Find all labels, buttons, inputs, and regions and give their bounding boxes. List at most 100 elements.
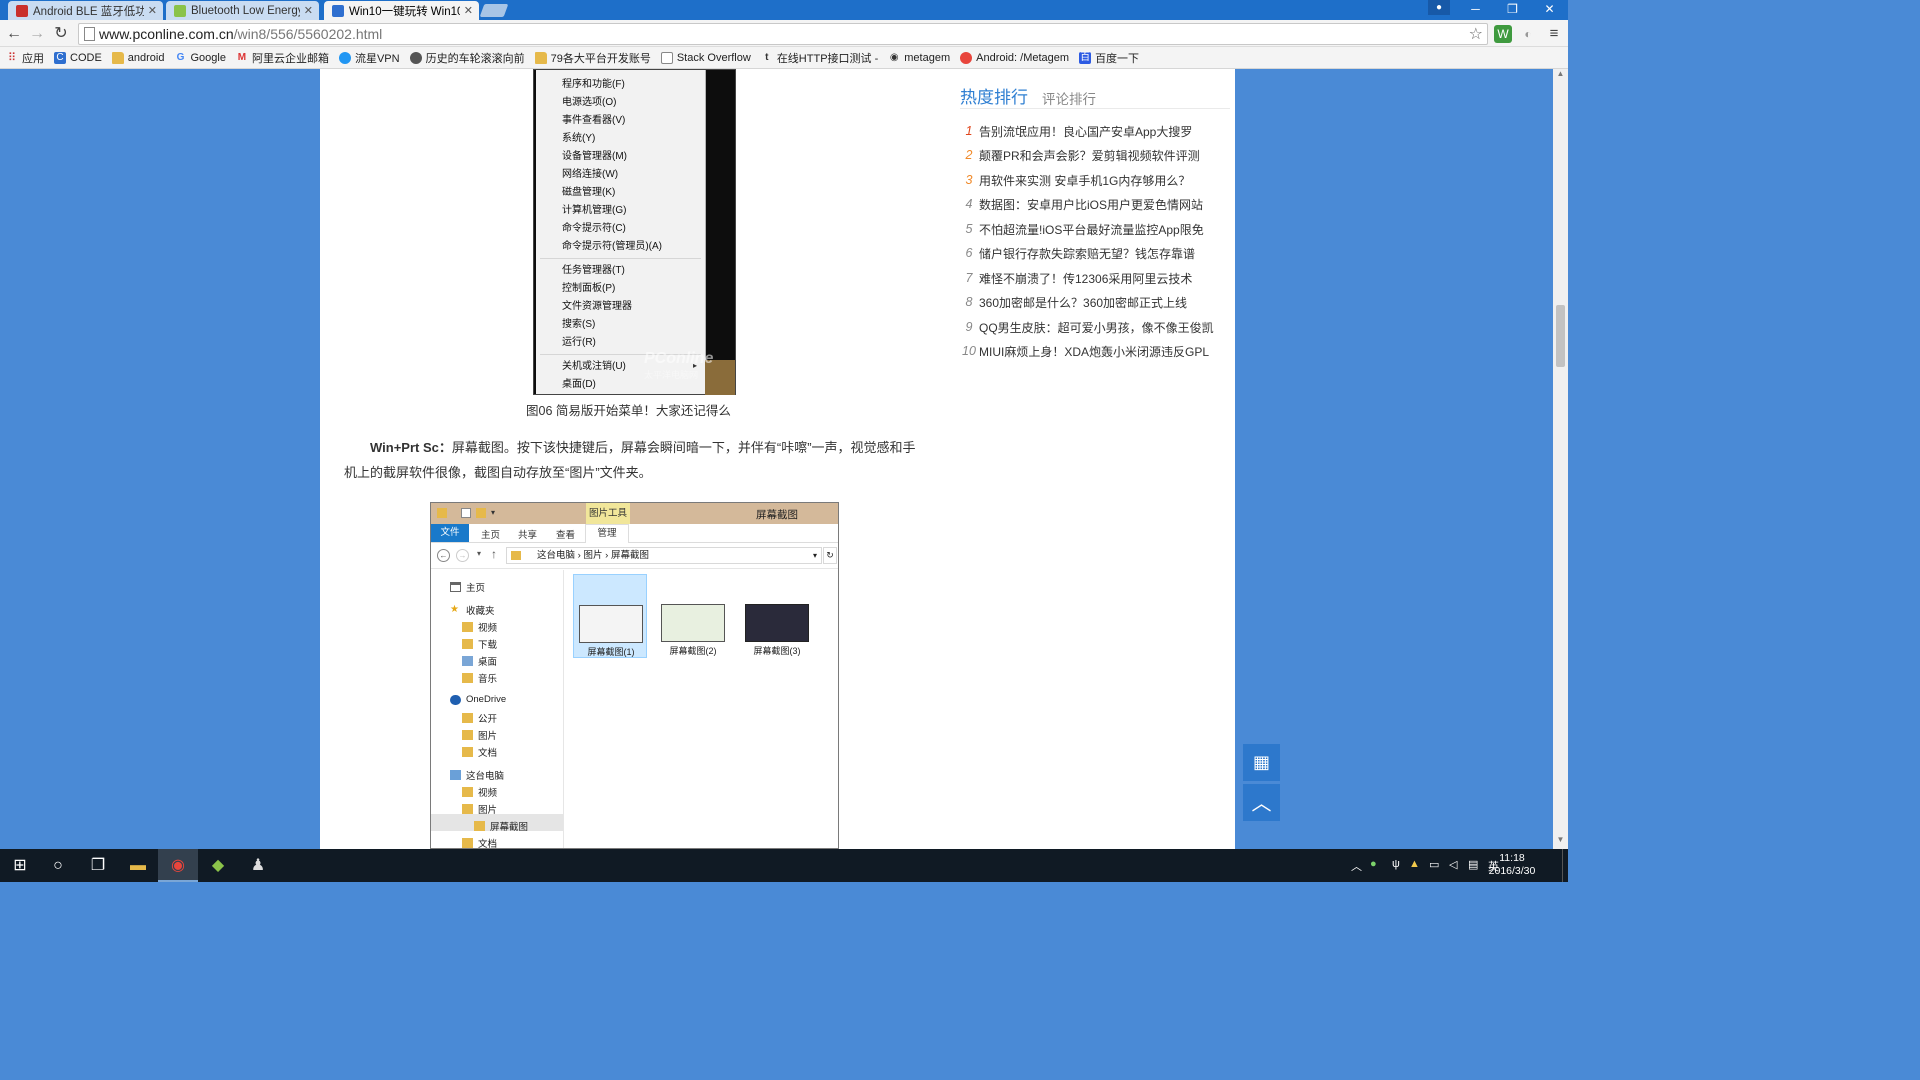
scroll-up-icon[interactable]: ▲ (1553, 69, 1568, 83)
bookmark-aliyun-mail[interactable]: M 阿里云企业邮箱 (236, 50, 329, 66)
file-explorer-button[interactable]: ▬ (118, 849, 158, 882)
cortana-button[interactable]: ○ (38, 849, 78, 882)
clock-time: 11:18 (1499, 852, 1525, 864)
bookmark-metagem[interactable]: ◉ metagem (888, 52, 950, 64)
back-icon[interactable]: ← (4, 24, 24, 44)
folder-icon (462, 747, 473, 757)
rank-item[interactable]: 3 用软件来实测 安卓手机1G内存够用么？ (960, 170, 1230, 190)
nav-item: 视频 (462, 620, 497, 634)
rank-item[interactable]: 6 储户银行存款失踪索赔无望？钱怎存靠谱 (960, 243, 1230, 263)
qq-icon[interactable]: ▲ (1409, 858, 1420, 870)
bookmark-platforms[interactable]: 79各大平台开发账号 (534, 50, 651, 66)
refresh-icon: ↻ (823, 547, 837, 564)
tab-comment-ranking[interactable]: 评论排行 (1042, 88, 1096, 108)
nav-item: 图片 (462, 802, 497, 816)
article-content: 程序和功能(F) 电源选项(O) 事件查看器(V) 系统(Y) 设备管理器(M)… (320, 69, 1235, 849)
clock[interactable]: 11:18 2016/3/30 (1482, 852, 1542, 878)
nav-item: 视频 (462, 785, 497, 799)
watermark-logo: PConline (644, 350, 714, 367)
nav-item: 文档 (462, 745, 497, 759)
explorer-window-title: 屏幕截图 (756, 509, 798, 521)
bookmark-http-test[interactable]: t 在线HTTP接口测试 - (761, 50, 878, 66)
file-thumbnail (745, 604, 809, 642)
tray-expand-icon[interactable]: ︿ (1351, 858, 1362, 874)
nav-item: 公开 (462, 711, 497, 725)
rank-item[interactable]: 9 QQ男生皮肤：超可爱小男孩，像不像王俊凯 (960, 317, 1230, 337)
browser-tab-2[interactable]: Bluetooth Low Energy | ✕ (166, 1, 319, 20)
rank-item[interactable]: 5 不怕超流量!iOS平台最好流量监控App限免 (960, 219, 1230, 239)
computer-icon (450, 770, 461, 780)
rank-item[interactable]: 8 360加密邮是什么？360加密邮正式上线 (960, 292, 1230, 312)
picture-tools-label: 图片工具 (586, 503, 630, 524)
extension-icon[interactable]: ◐ (1519, 25, 1537, 43)
close-icon[interactable]: ✕ (148, 4, 157, 17)
close-icon[interactable]: ✕ (304, 4, 313, 17)
bookmark-vpn[interactable]: 流星VPN (338, 50, 400, 66)
tab-hot-ranking[interactable]: 热度排行 (960, 83, 1028, 108)
bookmark-android-metagem[interactable]: Android: /Metagem (960, 51, 1069, 64)
bookmark-android[interactable]: android (111, 51, 164, 64)
scroll-down-icon[interactable]: ▼ (1553, 835, 1568, 849)
page-icon (660, 51, 673, 64)
nav-item-favorites: ★ 收藏夹 (450, 604, 495, 618)
page-viewport: 程序和功能(F) 电源选项(O) 事件查看器(V) 系统(Y) 设备管理器(M)… (0, 69, 1568, 849)
rank-item[interactable]: 7 难怪不崩溃了！传12306采用阿里云技术 (960, 268, 1230, 288)
new-folder-icon (476, 508, 486, 518)
rank-item[interactable]: 10 MIUI麻烦上身！XDA炮轰小米闭源违反GPL (960, 341, 1230, 361)
close-icon[interactable]: ✕ (464, 4, 473, 17)
back-icon: ← (437, 549, 450, 562)
scrollbar-thumb[interactable] (1556, 305, 1565, 367)
windows-logo-icon: ⊞ (13, 857, 27, 874)
clock-date: 2016/3/30 (1488, 865, 1536, 877)
minimize-icon[interactable]: ─ (1457, 0, 1494, 20)
bookmark-google[interactable]: G Google (174, 52, 226, 64)
nav-item: 桌面 (462, 654, 497, 668)
qr-code-button[interactable]: ▦ (1243, 744, 1280, 781)
volume-icon[interactable]: ◁ (1449, 858, 1457, 871)
browser-tab-1[interactable]: Android BLE 蓝牙低功耗 ✕ (8, 1, 163, 20)
rank-item[interactable]: 1 告别流氓应用！良心国产安卓App大搜罗 (960, 121, 1230, 141)
restore-icon[interactable]: ❐ (1494, 0, 1531, 20)
start-button[interactable]: ⊞ (0, 849, 40, 882)
android-favicon-icon (174, 4, 186, 17)
task-view-button[interactable]: ❐ (78, 849, 118, 882)
app-taskbar-button[interactable]: ♟ (238, 849, 278, 882)
show-desktop-button[interactable] (1562, 849, 1568, 882)
star-icon: ★ (450, 604, 459, 615)
reload-icon[interactable]: ↻ (51, 24, 71, 44)
url-text: www.pconline.com.cn/win8/556/5560202.htm… (99, 26, 383, 42)
chevron-down-icon: ▾ (812, 551, 817, 560)
csdn-favicon-icon (16, 4, 28, 17)
menu-icon[interactable]: ≡ (1545, 25, 1563, 43)
bookmark-apps[interactable]: ⠿ 应用 (6, 50, 44, 66)
close-window-icon[interactable]: ✕ (1531, 0, 1568, 20)
android-studio-button[interactable]: ◆ (198, 849, 238, 882)
taskbar: ⊞ ○ ❐ ▬ ◉ ◆ ♟ ︿ ● ψ ▲ ▭ ◁ ▤ 英 11:18 2016… (0, 849, 1568, 882)
notification-icon[interactable]: ▤ (1468, 858, 1478, 871)
extension-icon[interactable]: W (1494, 25, 1512, 43)
bookmark-star-icon[interactable]: ☆ (1469, 24, 1483, 44)
ranking-tabs: 热度排行 评论排行 (960, 83, 1230, 109)
wechat-icon[interactable]: ● (1370, 858, 1377, 870)
bookmark-history[interactable]: 历史的车轮滚滚向前 (409, 50, 525, 66)
tab-title: Win10一键玩转 Win10系 (349, 5, 460, 18)
page-scrollbar[interactable]: ▲ ▼ (1553, 69, 1568, 849)
forward-icon[interactable]: → (27, 24, 47, 44)
browser-tab-3[interactable]: Win10一键玩转 Win10系 ✕ (324, 1, 479, 20)
up-icon: ↑ (491, 547, 497, 561)
bookmark-code[interactable]: C CODE (54, 51, 102, 64)
folder-icon (462, 713, 473, 723)
bookmarks-bar: ⠿ 应用 C CODE android G Google M 阿里云企业邮箱 流星VPN… (0, 47, 1568, 69)
network-icon[interactable]: ▭ (1429, 858, 1439, 871)
address-bar[interactable]: www.pconline.com.cn/win8/556/5560202.htm… (78, 23, 1488, 45)
usb-icon[interactable]: ψ (1392, 858, 1400, 870)
rank-item[interactable]: 2 颠覆PR和会声会影？爱剪辑视频软件评测 (960, 145, 1230, 165)
bookmark-baidu[interactable]: 百百度一下 (1079, 50, 1139, 66)
chrome-taskbar-button[interactable]: ◉ (158, 849, 198, 882)
bookmark-stackoverflow[interactable]: Stack Overflow (660, 51, 751, 64)
back-to-top-button[interactable]: ︿ (1243, 784, 1280, 821)
new-tab-button[interactable] (479, 4, 509, 17)
profile-icon[interactable]: ● (1428, 0, 1450, 15)
rank-item[interactable]: 4 数据图：安卓用户比iOS用户更爱色情网站 (960, 194, 1230, 214)
folder-icon: ▬ (130, 857, 146, 874)
